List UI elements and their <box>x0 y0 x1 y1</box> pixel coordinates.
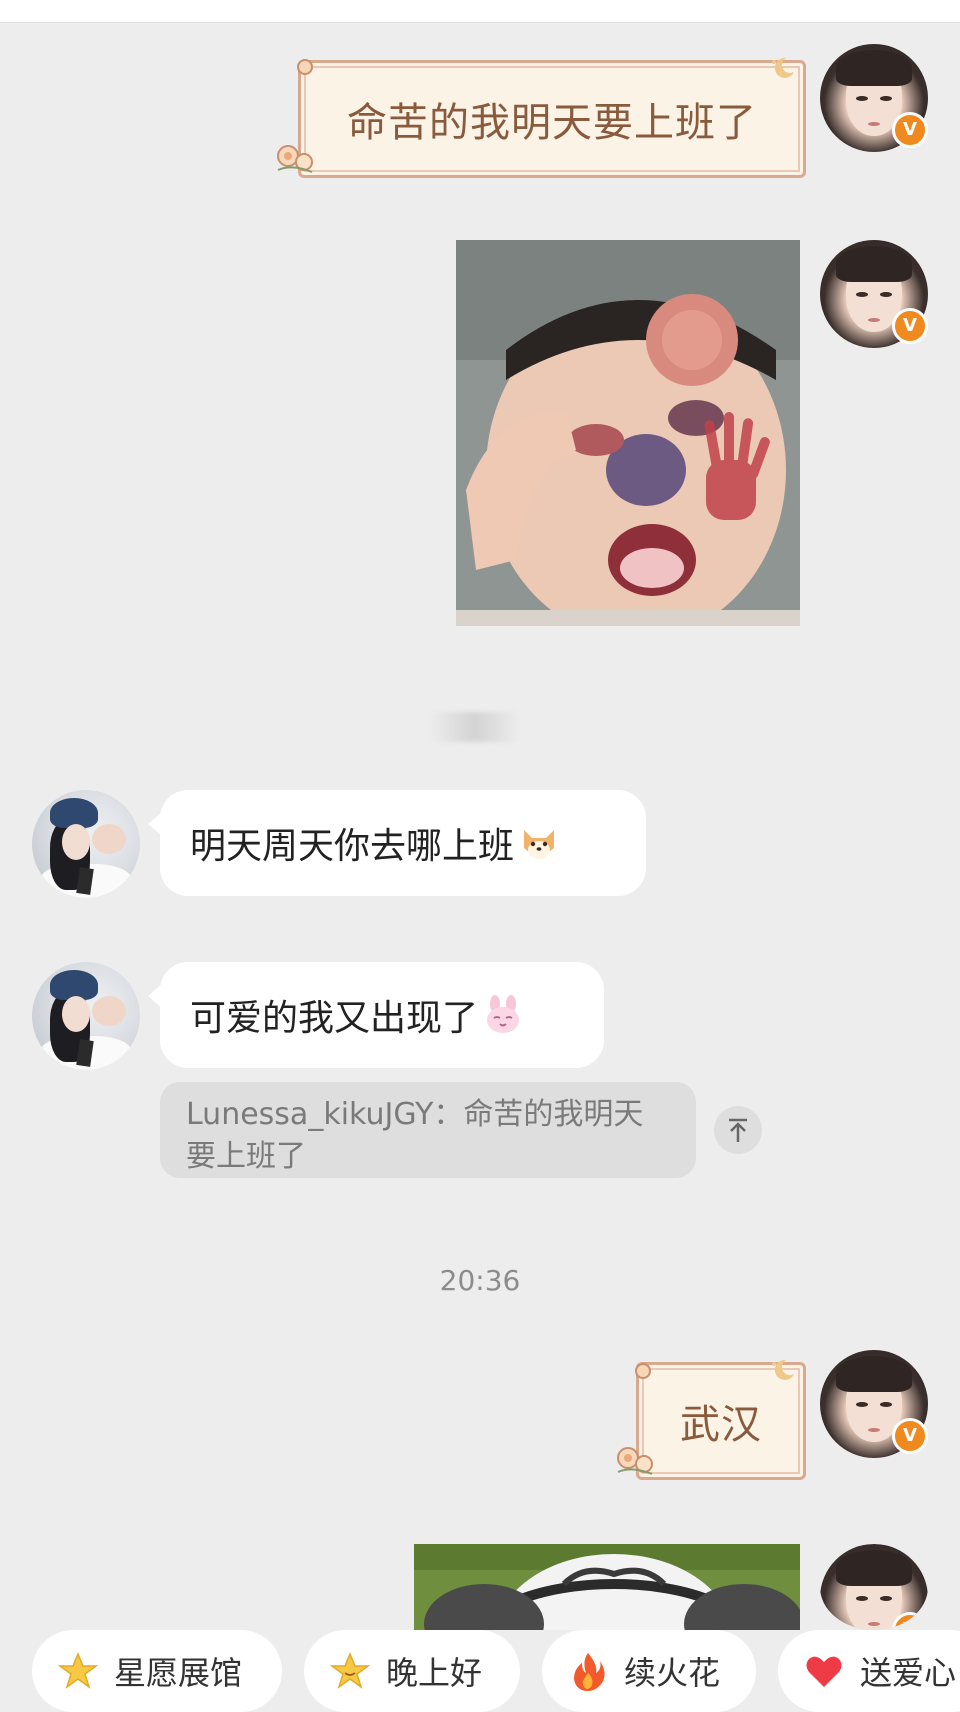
top-bar-edge <box>0 0 960 23</box>
my-avatar[interactable]: V <box>820 240 928 348</box>
star-icon <box>58 1652 98 1689</box>
my-message-bubble-1[interactable]: 命苦的我明天要上班了 <box>298 60 806 178</box>
star-moon-decoration-icon <box>772 57 794 78</box>
other-user-avatar[interactable] <box>32 790 140 898</box>
message-text: 可爱的我又出现了 <box>190 998 479 1039</box>
chip-label: 续火花 <box>624 1654 721 1692</box>
flower-decoration-icon <box>277 145 313 173</box>
blurred-system-note <box>430 712 520 742</box>
bunny-emoji-icon <box>487 995 520 1033</box>
star-moon-decoration-icon <box>772 1359 794 1380</box>
verified-badge: V <box>892 308 928 344</box>
quoted-reply[interactable]: Lunessa_kikuJGY：命苦的我明天要上班了 <box>160 1082 696 1178</box>
message-timestamp: 20:36 <box>439 1264 521 1297</box>
my-avatar[interactable]: V <box>820 44 928 152</box>
verified-badge: V <box>892 1418 928 1454</box>
quick-reply-bar: 星愿展馆 晚上好 续火花 送爱心 <box>0 1630 960 1712</box>
my-avatar[interactable]: V <box>820 1544 928 1630</box>
chip-label: 晚上好 <box>386 1654 483 1692</box>
chip-label: 送爱心 <box>860 1654 957 1692</box>
flower-small-decoration-icon <box>297 59 313 75</box>
crying-baby-photo[interactable] <box>456 240 800 626</box>
flower-small-decoration-icon <box>635 1363 651 1379</box>
quoted-text: Lunessa_kikuJGY：命苦的我明天要上班了 <box>186 1097 644 1174</box>
quick-reply-chip[interactable]: 星愿展馆 <box>32 1630 282 1712</box>
quick-reply-chip[interactable]: 续火花 <box>542 1630 756 1712</box>
other-user-avatar[interactable] <box>32 962 140 1070</box>
other-message-bubble-1[interactable]: 明天周天你去哪上班 <box>148 790 646 896</box>
verified-badge: V <box>892 112 928 148</box>
smiling-star-icon <box>330 1652 370 1689</box>
shiba-dog-emoji-icon <box>524 830 555 859</box>
quick-reply-chip[interactable]: 送爱心 <box>778 1630 960 1712</box>
heart-icon <box>806 1656 842 1687</box>
quick-reply-chip[interactable]: 晚上好 <box>304 1630 520 1712</box>
jump-to-quote-button[interactable] <box>714 1106 762 1154</box>
fire-icon <box>574 1653 605 1691</box>
message-text: 明天周天你去哪上班 <box>190 826 515 867</box>
message-text: 命苦的我明天要上班了 <box>347 100 757 146</box>
arrow-up-to-top-icon <box>729 1118 747 1142</box>
dog-photo[interactable] <box>414 1544 800 1630</box>
chip-label: 星愿展馆 <box>114 1654 243 1692</box>
other-message-bubble-2[interactable]: 可爱的我又出现了 <box>148 962 604 1068</box>
my-avatar[interactable]: V <box>820 1350 928 1458</box>
flower-decoration-icon <box>617 1447 653 1475</box>
